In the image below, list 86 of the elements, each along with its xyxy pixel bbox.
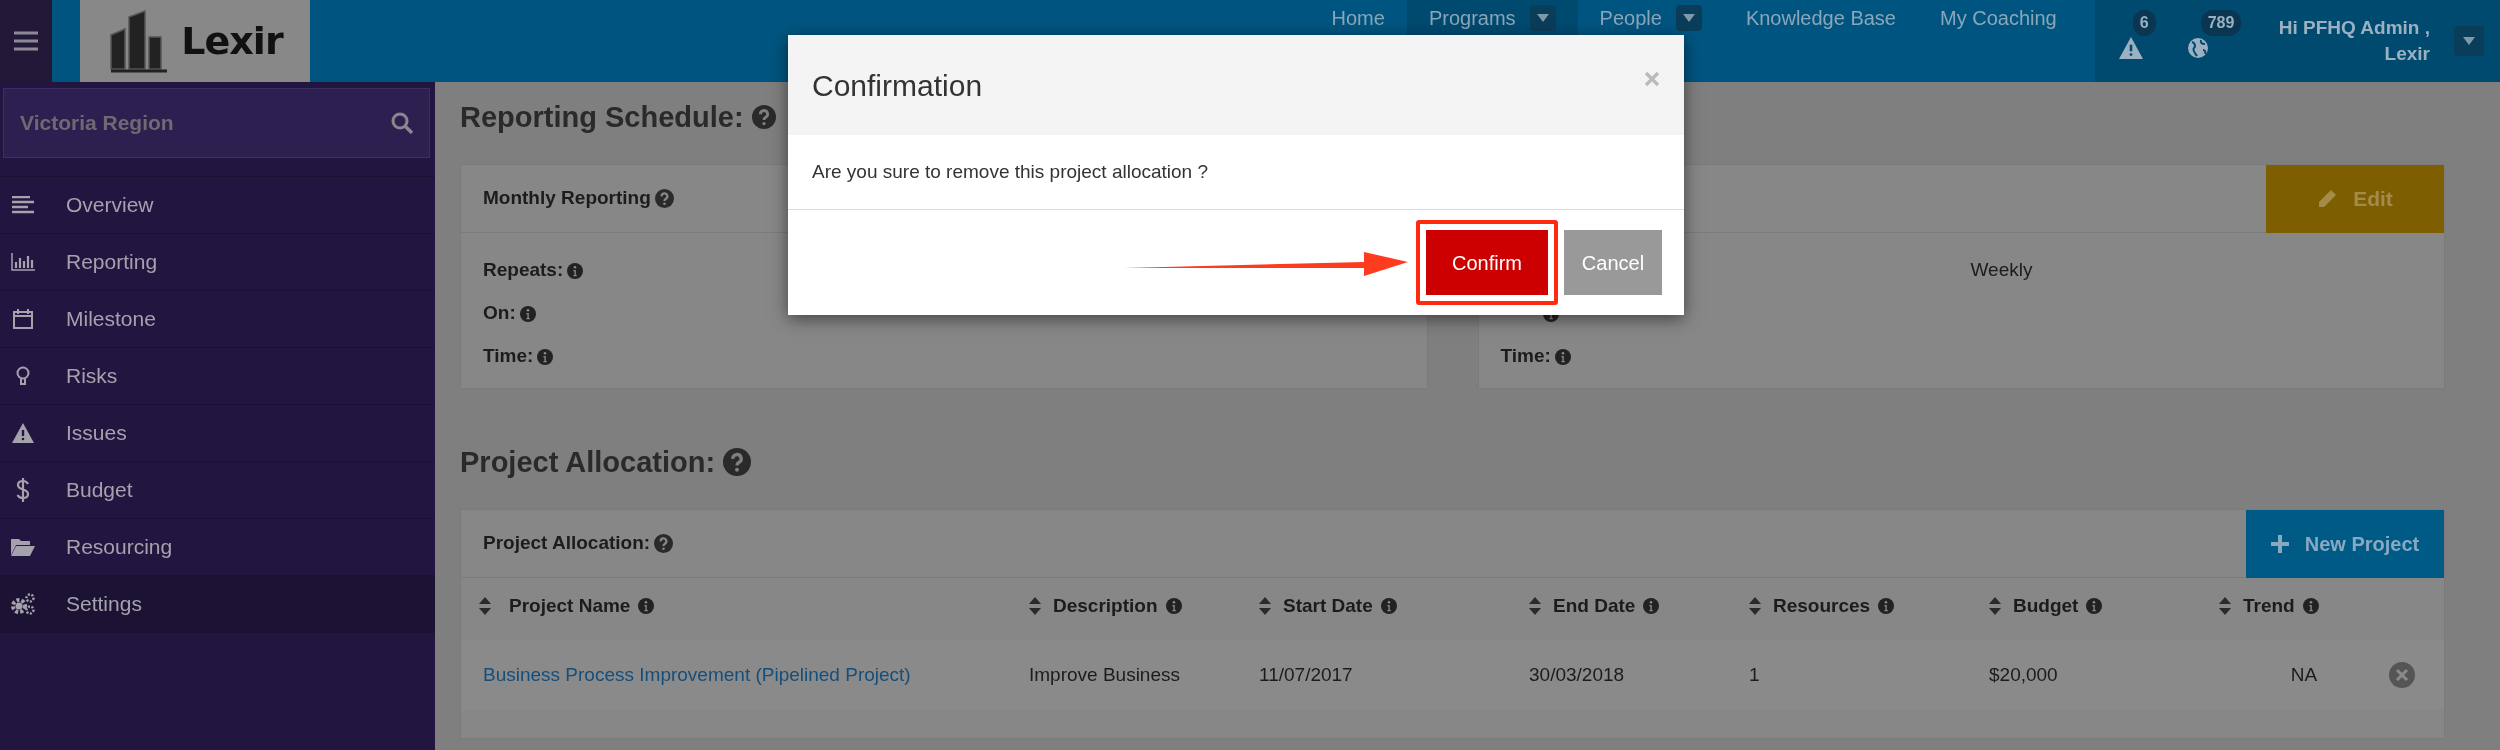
cancel-button[interactable]: Cancel [1564, 230, 1662, 295]
list-icon [12, 196, 34, 214]
info-icon [537, 348, 554, 365]
project-link[interactable]: Business Process Improvement (Pipelined Project) [483, 660, 911, 690]
table-cell: $20,000 [1989, 663, 2058, 685]
bar-chart-icon [11, 253, 35, 271]
folder-icon [11, 538, 35, 556]
field-label: Repeats: [483, 258, 564, 283]
help-icon [654, 534, 674, 553]
nav-link[interactable]: My Coaching [1918, 0, 2079, 82]
column-header[interactable]: Start Date [1283, 591, 1373, 621]
dialog-title: Confirmation [812, 67, 983, 104]
column-header[interactable]: End Date [1553, 591, 1636, 621]
info-icon [1878, 598, 1895, 614]
menu-icon[interactable] [14, 31, 38, 51]
sidebar-item[interactable]: Risks [0, 347, 435, 404]
info-icon [1165, 598, 1182, 614]
field-value: Weekly [1970, 258, 2033, 283]
info-icon [2086, 598, 2103, 614]
column-header[interactable]: Resources [1773, 591, 1871, 621]
section-heading: Project Allocation: [460, 447, 716, 477]
nav-link[interactable]: People [1577, 0, 1724, 82]
plus-icon [2270, 534, 2289, 553]
info-icon [1380, 598, 1397, 614]
sidebar-item[interactable]: Settings [0, 575, 435, 632]
help-icon [723, 448, 752, 476]
lightbulb-icon [16, 366, 30, 386]
warning-icon[interactable] [2118, 37, 2143, 59]
table-cell: 1 [1749, 663, 1760, 685]
calendar-icon [13, 309, 33, 329]
table-cell: NA [2290, 663, 2318, 685]
pencil-icon [2317, 188, 2338, 209]
info-icon [1643, 598, 1660, 614]
help-icon [751, 105, 776, 129]
field-label: Time: [483, 344, 534, 369]
search-icon[interactable] [391, 112, 413, 134]
field-label: Time: [1500, 344, 1551, 369]
remove-icon[interactable] [2389, 662, 2415, 688]
sidebar-item[interactable]: Milestone [0, 290, 435, 347]
globe-icon[interactable] [2186, 37, 2209, 59]
count-badge: 6 [2132, 10, 2156, 36]
section-heading: Reporting Schedule: [460, 102, 744, 132]
confirm-button[interactable]: Confirm [1426, 230, 1548, 295]
column-header[interactable]: Trend [2243, 591, 2295, 621]
card-title: Project Allocation: [483, 531, 651, 556]
user-menu-button[interactable] [2454, 26, 2484, 56]
column-header[interactable]: Project Name [509, 591, 631, 621]
user-greeting: Hi PFHQ Admin , [2278, 16, 2430, 41]
caret-icon [1682, 14, 1695, 22]
dialog-message: Are you sure to remove this project allocation ? [812, 159, 1209, 184]
caret-icon [2463, 37, 2475, 45]
sort-icon[interactable] [1989, 597, 2001, 615]
card-title: Monthly Reporting [483, 186, 651, 211]
new-project-button[interactable]: New Project [2246, 509, 2444, 578]
dollar-icon [16, 478, 30, 502]
table-cell: 11/07/2017 [1259, 663, 1353, 685]
sidebar-item[interactable]: Budget [0, 461, 435, 518]
logo-text: Lexir [181, 17, 283, 65]
gears-icon [11, 593, 35, 615]
warning-icon [12, 423, 34, 443]
sort-icon[interactable] [1529, 597, 1541, 615]
sort-icon[interactable] [1029, 597, 1041, 615]
caret-icon [1536, 14, 1549, 22]
table-cell: Improve Business [1029, 663, 1180, 685]
info-icon [638, 598, 655, 614]
count-badge: 789 [2200, 10, 2242, 36]
field-label: On: [483, 301, 516, 326]
sort-icon[interactable] [479, 597, 491, 615]
nav-link[interactable]: Knowledge Base [1723, 0, 1918, 82]
search-field[interactable]: Victoria Region [3, 88, 430, 158]
user-name: Lexir [2383, 42, 2430, 66]
info-icon [2302, 598, 2319, 614]
help-icon [654, 189, 674, 208]
sort-icon[interactable] [1259, 597, 1271, 615]
sidebar-item[interactable]: Issues [0, 404, 435, 461]
table-cell: 30/03/2018 [1529, 663, 1625, 685]
nav-link[interactable]: Home [1309, 0, 1407, 82]
sidebar-item[interactable]: Overview [0, 176, 435, 233]
sidebar-item[interactable]: Reporting [0, 233, 435, 290]
column-header[interactable]: Description [1053, 591, 1158, 621]
info-icon [1554, 348, 1571, 365]
sort-icon[interactable] [1749, 597, 1761, 615]
sort-icon[interactable] [2219, 597, 2231, 615]
info-icon [567, 262, 584, 279]
column-header[interactable]: Budget [2013, 591, 2079, 621]
info-icon [519, 305, 536, 322]
